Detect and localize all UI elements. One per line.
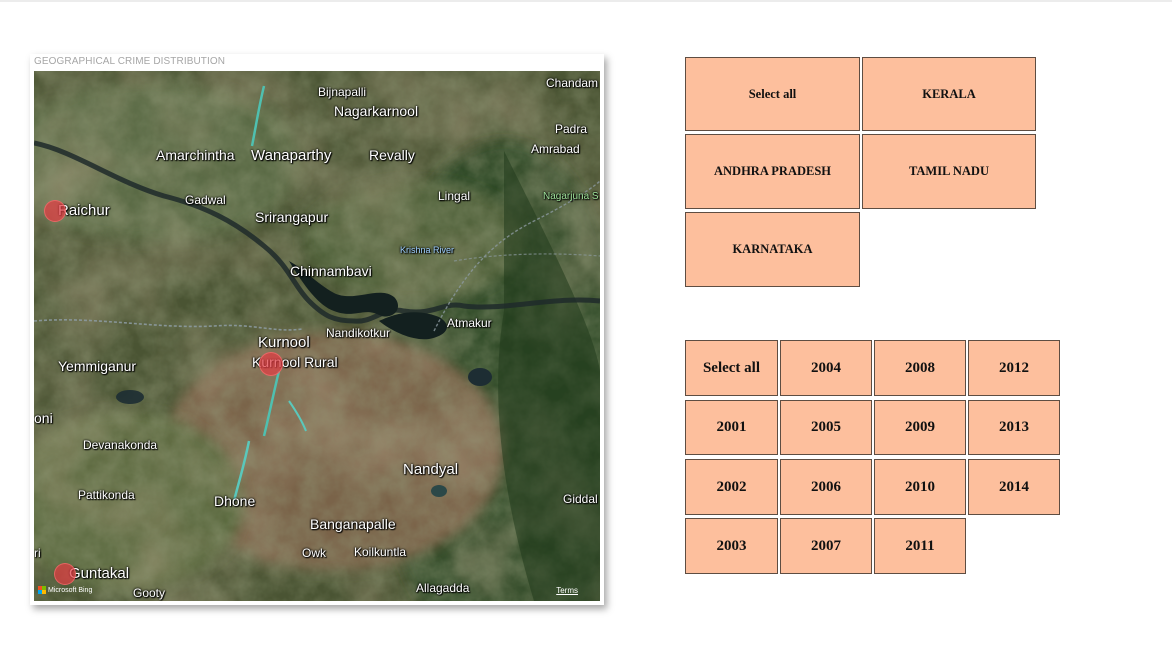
data-bubble-kurnool[interactable] bbox=[259, 352, 283, 376]
year-2007[interactable]: 2007 bbox=[780, 518, 872, 574]
place-label: Gadwal bbox=[185, 193, 226, 207]
place-label: Kurnool bbox=[258, 334, 310, 351]
place-label: Amarchintha bbox=[156, 147, 235, 163]
year-2008[interactable]: 2008 bbox=[874, 340, 966, 396]
place-label: Pattikonda bbox=[78, 488, 135, 502]
place-label: Gooty bbox=[133, 586, 166, 600]
river-label: Krishna River bbox=[400, 245, 455, 255]
bing-label: Microsoft Bing bbox=[48, 586, 93, 594]
place-label: Chandam bbox=[546, 76, 599, 90]
place-label: Giddal bbox=[563, 492, 598, 506]
place-label: Nagarkarnool bbox=[334, 103, 419, 119]
year-2001[interactable]: 2001 bbox=[685, 400, 778, 455]
year-2010[interactable]: 2010 bbox=[874, 459, 966, 515]
place-label: Revally bbox=[369, 147, 415, 163]
year-2003[interactable]: 2003 bbox=[685, 518, 778, 574]
year-2002[interactable]: 2002 bbox=[685, 459, 778, 515]
microsoft-logo-icon bbox=[38, 586, 46, 594]
place-label: Allagadda bbox=[416, 581, 470, 595]
map-title: GEOGRAPHICAL CRIME DISTRIBUTION bbox=[34, 56, 226, 67]
place-label: oni bbox=[34, 410, 53, 426]
state-karnataka[interactable]: KARNATAKA bbox=[685, 212, 860, 287]
place-label: Dhone bbox=[214, 493, 256, 509]
place-label: Padra bbox=[555, 122, 588, 136]
place-label: Owk bbox=[302, 546, 326, 560]
year-2011[interactable]: 2011 bbox=[874, 518, 966, 574]
bing-attribution: Microsoft Bing bbox=[38, 586, 92, 594]
top-border bbox=[0, 0, 1172, 2]
place-label: Chinnambavi bbox=[290, 263, 372, 279]
satellite-map[interactable]: Bijnapalli Nagarkarnool Chandam Padra Am… bbox=[34, 71, 600, 601]
year-2014[interactable]: 2014 bbox=[968, 459, 1060, 515]
place-label: Lingal bbox=[438, 189, 471, 203]
place-label: Atmakur bbox=[447, 316, 492, 330]
place-label: ri bbox=[34, 546, 41, 560]
place-label: Devanakonda bbox=[83, 438, 158, 452]
place-label: Nandyal bbox=[403, 461, 459, 478]
place-label: Guntakal bbox=[69, 565, 130, 582]
state-kerala[interactable]: KERALA bbox=[862, 57, 1036, 131]
map-visual[interactable]: GEOGRAPHICAL CRIME DISTRIBUTION Bijnapal… bbox=[30, 54, 604, 605]
place-label: Koilkuntla bbox=[354, 545, 407, 559]
year-2009[interactable]: 2009 bbox=[874, 400, 966, 455]
place-label: Banganapalle bbox=[310, 516, 396, 532]
terms-link[interactable]: Terms bbox=[556, 586, 578, 595]
year-2006[interactable]: 2006 bbox=[780, 459, 872, 515]
year-2005[interactable]: 2005 bbox=[780, 400, 872, 455]
year-2013[interactable]: 2013 bbox=[968, 400, 1060, 455]
year-2012[interactable]: 2012 bbox=[968, 340, 1060, 396]
place-label: Srirangapur bbox=[255, 209, 329, 225]
data-bubble-raichur[interactable] bbox=[44, 200, 66, 222]
state-tamil-nadu[interactable]: TAMIL NADU bbox=[862, 134, 1036, 209]
state-select-all[interactable]: Select all bbox=[685, 57, 860, 131]
year-2004[interactable]: 2004 bbox=[780, 340, 872, 396]
place-label: Amrabad bbox=[531, 142, 580, 156]
state-andhra-pradesh[interactable]: ANDHRA PRADESH bbox=[685, 134, 860, 209]
data-bubble-guntakal[interactable] bbox=[54, 563, 76, 585]
place-label: Bijnapalli bbox=[318, 85, 367, 99]
place-label: Nandikotkur bbox=[326, 326, 391, 340]
year-select-all[interactable]: Select all bbox=[685, 340, 778, 396]
place-label: Nagarjuna S bbox=[543, 191, 599, 202]
place-label: Yemmiganur bbox=[58, 358, 137, 374]
place-label: Wanaparthy bbox=[251, 147, 332, 164]
